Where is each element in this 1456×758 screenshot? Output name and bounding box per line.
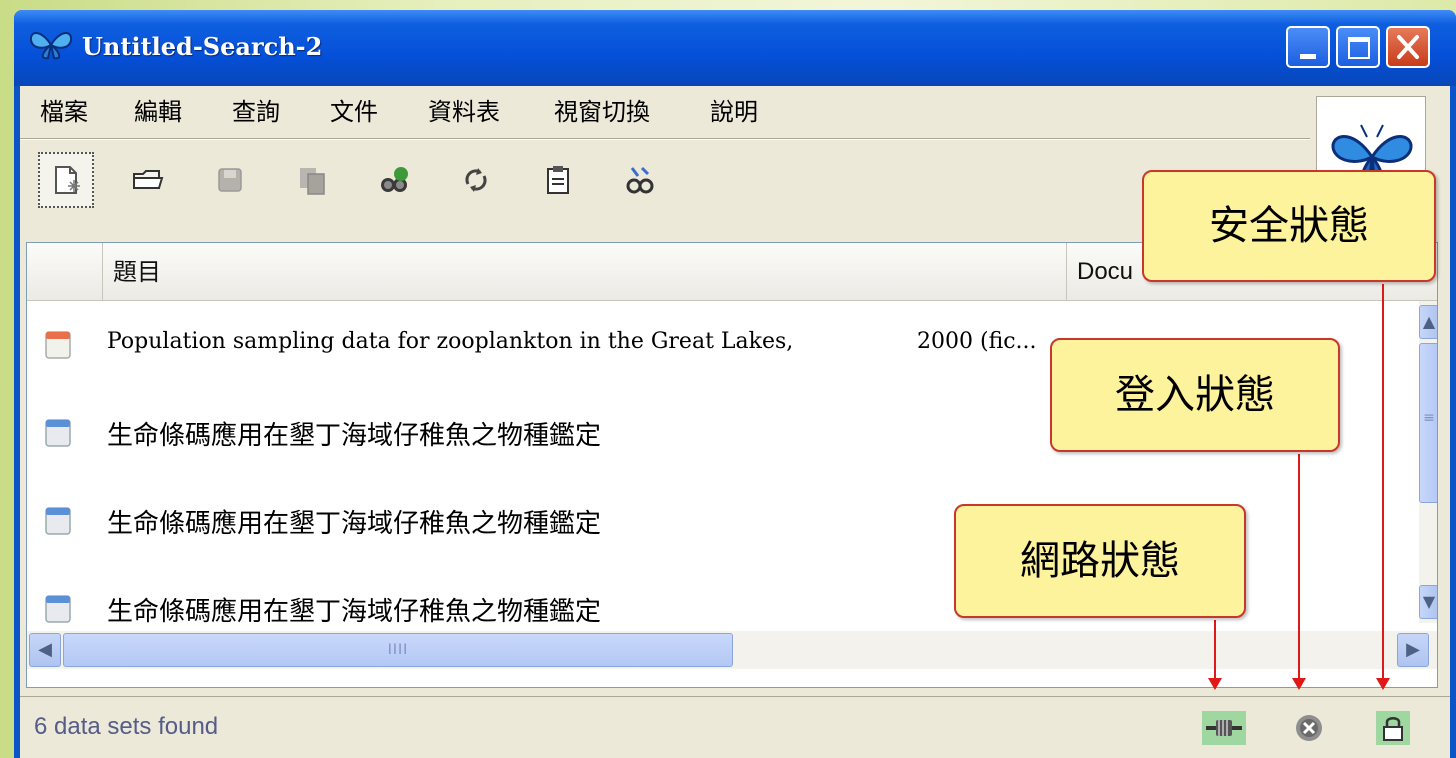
maximize-button[interactable]: [1336, 26, 1380, 68]
horizontal-scrollbar[interactable]: ◀ IIII ▶: [27, 631, 1437, 669]
menu-window[interactable]: 視窗切換: [554, 96, 650, 128]
results-table: 題目 Docu Population sampling data for zoo…: [26, 242, 1438, 688]
butterfly-app-icon: [29, 32, 73, 60]
vertical-scroll-thumb[interactable]: ≡: [1419, 343, 1437, 503]
maximize-icon: [1348, 37, 1370, 59]
paste-button[interactable]: [530, 152, 586, 208]
login-status-callout: 登入狀態: [1050, 338, 1340, 452]
menu-file[interactable]: 檔案: [40, 96, 88, 128]
link-button[interactable]: [612, 152, 668, 208]
horizontal-scroll-thumb[interactable]: IIII: [63, 633, 733, 667]
row-title: 生命條碼應用在墾丁海域仔稚魚之物種鑑定: [107, 597, 602, 627]
network-arrow-line: [1214, 620, 1216, 680]
toolbar: [20, 144, 1310, 224]
minimize-icon: [1300, 54, 1316, 59]
minimize-button[interactable]: [1286, 26, 1330, 68]
vertical-scrollbar[interactable]: ▲ ≡ ▼: [1419, 301, 1437, 623]
clipboard-icon: [547, 166, 569, 194]
refresh-icon: [465, 168, 487, 192]
document-icon: [45, 507, 71, 535]
link-icon: [626, 166, 654, 194]
network-status-icon[interactable]: [1202, 711, 1246, 745]
open-button[interactable]: [120, 152, 176, 208]
column-header-title[interactable]: 題目: [103, 243, 1067, 301]
network-arrow-head: [1208, 678, 1222, 690]
window-title: Untitled-Search-2: [82, 32, 323, 61]
menu-divider: [20, 138, 1310, 140]
security-arrow-line: [1382, 284, 1384, 680]
close-icon: [1397, 35, 1419, 59]
login-status-icon[interactable]: [1292, 711, 1326, 745]
save-button[interactable]: [202, 152, 258, 208]
row-marker-header: [27, 243, 103, 301]
menu-bar: 檔案 編輯 查詢 文件 資料表 視窗切換 說明: [20, 86, 1310, 138]
save-icon: [218, 168, 242, 192]
binoculars-icon: [381, 167, 408, 192]
scroll-up-button[interactable]: ▲: [1419, 305, 1437, 339]
new-search-icon: [55, 166, 80, 194]
security-arrow-head: [1376, 678, 1390, 690]
title-bar[interactable]: Untitled-Search-2: [14, 10, 1456, 86]
status-text: 6 data sets found: [34, 713, 219, 740]
login-arrow-line: [1298, 454, 1300, 680]
scroll-down-button[interactable]: ▼: [1419, 585, 1437, 619]
menu-table[interactable]: 資料表: [428, 96, 500, 128]
document-icon: [45, 419, 71, 447]
row-title: 生命條碼應用在墾丁海域仔稚魚之物種鑑定: [107, 509, 602, 539]
menu-help[interactable]: 說明: [710, 96, 758, 128]
refresh-button[interactable]: [448, 152, 504, 208]
row-title: 生命條碼應用在墾丁海域仔稚魚之物種鑑定: [107, 421, 602, 451]
scroll-right-button[interactable]: ▶: [1397, 633, 1429, 667]
document-icon: [45, 331, 71, 359]
menu-document[interactable]: 文件: [330, 96, 378, 128]
copy-icon: [300, 168, 325, 195]
menu-query[interactable]: 查詢: [232, 96, 280, 128]
document-icon: [45, 595, 71, 623]
login-arrow-head: [1292, 678, 1306, 690]
menu-edit[interactable]: 編輯: [134, 96, 182, 128]
vertical-thumb-grip: ≡: [1423, 410, 1435, 426]
network-status-callout: 網路狀態: [954, 504, 1246, 618]
search-button[interactable]: [366, 152, 422, 208]
status-bar: 6 data sets found: [20, 696, 1450, 758]
row-title: Population sampling data for zooplankton…: [107, 329, 794, 354]
new-search-button[interactable]: [38, 152, 94, 208]
security-status-callout: 安全狀態: [1142, 170, 1436, 282]
open-folder-icon: [133, 170, 164, 189]
scroll-left-button[interactable]: ◀: [29, 633, 61, 667]
lock-status-icon[interactable]: [1376, 711, 1410, 745]
close-button[interactable]: [1386, 26, 1430, 68]
row-document: 2000 (fic...: [917, 329, 1037, 354]
copy-button[interactable]: [284, 152, 340, 208]
